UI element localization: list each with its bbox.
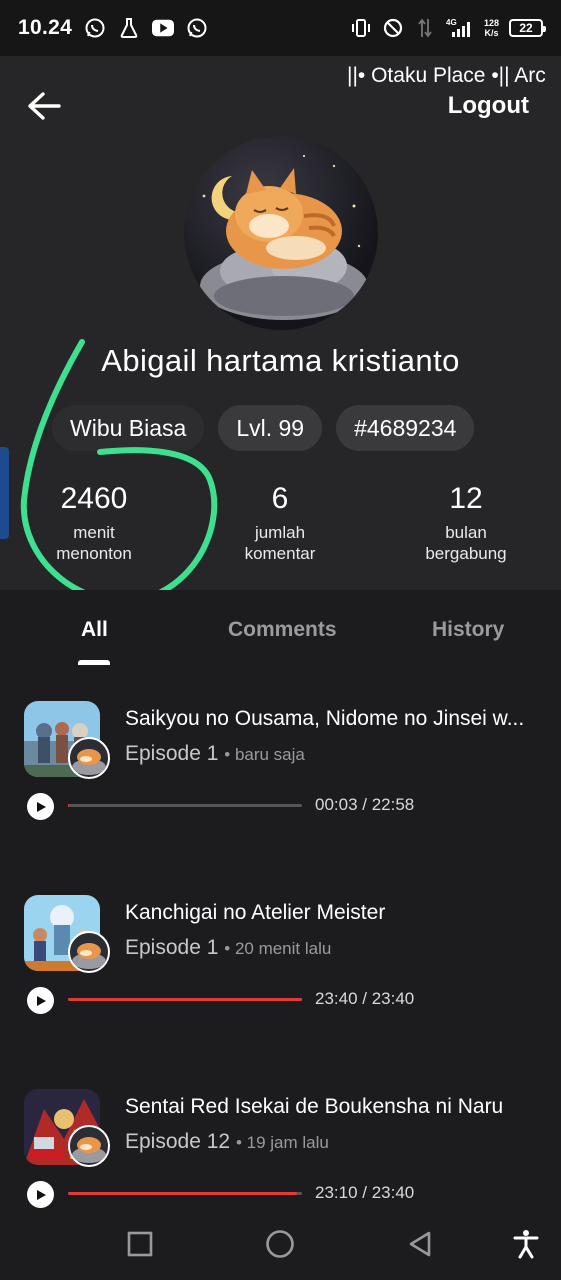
stat-label-line1: menit: [73, 523, 115, 542]
username: Abigail hartama kristianto: [101, 343, 460, 378]
stat-value: 12: [449, 482, 483, 515]
progress-fill: [68, 998, 302, 1001]
marquee-text: ||• Otaku Place •|| Arc: [347, 64, 546, 87]
progress-fill: [68, 1192, 298, 1195]
whatsapp-icon: [186, 17, 208, 39]
tab-history[interactable]: History: [432, 618, 504, 642]
play-icon: [36, 995, 46, 1006]
profile-header: ||• Otaku Place •|| Arc Logout Abigail h…: [0, 56, 561, 590]
status-bar: 10.24 4G 128 K/s 22: [0, 0, 561, 56]
user-mini-avatar: [68, 737, 110, 779]
net-speed-unit: K/s: [484, 28, 499, 38]
list-item[interactable]: Kanchigai no Atelier Meister Episode 1 •…: [0, 859, 561, 1029]
whatsapp-icon: [84, 17, 106, 39]
time-ago: 19 jam lalu: [246, 1133, 329, 1152]
net-speed: 128 K/s: [484, 18, 499, 38]
progress-track[interactable]: [68, 1192, 302, 1195]
stat-minutes-watched: 2460 menit menonton: [40, 482, 148, 564]
badges-row: Wibu Biasa Lvl. 99 #4689234: [52, 405, 475, 451]
vibrate-icon: [350, 17, 372, 39]
logout-button[interactable]: Logout: [448, 92, 529, 120]
time-separator: •: [235, 1133, 247, 1152]
rank-badge: Wibu Biasa: [52, 405, 205, 451]
user-id-badge: #4689234: [336, 405, 475, 451]
anime-title[interactable]: Kanchigai no Atelier Meister: [125, 901, 535, 925]
avatar[interactable]: [184, 136, 378, 330]
play-icon: [36, 1189, 46, 1200]
triangle-back-icon: [409, 1231, 431, 1257]
flask-icon: [118, 17, 140, 39]
battery-level: 22: [519, 21, 533, 35]
home-button[interactable]: [262, 1226, 298, 1262]
episode-label: Episode 12: [125, 1130, 231, 1153]
tab-all[interactable]: All: [81, 618, 108, 642]
stat-value: 6: [271, 482, 289, 515]
system-nav-bar: [0, 1208, 561, 1280]
episode-info: Episode 12 • 19 jam lalu: [125, 1130, 329, 1154]
play-button[interactable]: [27, 793, 54, 820]
stat-label-line2: komentar: [244, 544, 316, 563]
play-button[interactable]: [27, 1181, 54, 1208]
list-item[interactable]: Sentai Red Isekai de Boukensha ni Naru E…: [0, 1053, 561, 1223]
system-icons: 4G 128 K/s 22: [350, 17, 546, 39]
stat-months-joined: 12 bulan bergabung: [410, 482, 522, 564]
stat-label-line1: bulan: [445, 523, 487, 542]
anime-title[interactable]: Saikyou no Ousama, Nidome no Jinsei w...: [125, 707, 535, 731]
time-separator: •: [224, 745, 235, 764]
sleeping-cat-avatar-image: [200, 155, 368, 320]
progress-time: 00:03 / 22:58: [315, 795, 415, 814]
stat-label-line2: bergabung: [425, 544, 507, 563]
tab-bar: All Comments History: [0, 590, 561, 665]
battery-icon: 22: [509, 19, 546, 37]
signal-icon: 4G: [446, 17, 474, 39]
side-drawer-handle[interactable]: [0, 447, 9, 539]
notification-icons: [84, 17, 208, 39]
circle-icon: [266, 1230, 294, 1258]
time-ago: 20 menit lalu: [234, 939, 332, 958]
accessibility-button[interactable]: [508, 1226, 544, 1262]
episode-label: Episode 1: [125, 936, 219, 959]
back-button[interactable]: [26, 88, 62, 124]
user-mini-avatar: [68, 931, 110, 973]
arrow-left-icon: [28, 92, 61, 120]
network-type: 4G: [446, 18, 457, 27]
time-separator: •: [224, 939, 235, 958]
stat-comments: 6 jumlah komentar: [224, 482, 336, 564]
net-speed-value: 128: [483, 18, 499, 28]
tab-comments[interactable]: Comments: [228, 618, 337, 642]
do-not-disturb-icon: [382, 17, 404, 39]
progress-time: 23:40 / 23:40: [315, 989, 415, 1008]
episode-label: Episode 1: [125, 742, 219, 765]
list-item[interactable]: Saikyou no Ousama, Nidome no Jinsei w...…: [0, 665, 561, 835]
user-mini-avatar: [68, 1125, 110, 1167]
back-nav-button[interactable]: [402, 1226, 438, 1262]
youtube-icon: [152, 17, 175, 39]
time-ago: baru saja: [234, 745, 305, 764]
progress-time: 23:10 / 23:40: [315, 1183, 415, 1202]
stat-label-line1: jumlah: [254, 523, 306, 542]
level-badge: Lvl. 99: [218, 405, 323, 451]
episode-info: Episode 1 • baru saja: [125, 742, 305, 766]
square-icon: [127, 1231, 153, 1257]
anime-title[interactable]: Sentai Red Isekai de Boukensha ni Naru: [125, 1095, 535, 1119]
stat-label-line2: menonton: [56, 544, 132, 563]
data-arrows-icon: [414, 17, 436, 39]
status-time: 10.24: [18, 16, 73, 39]
progress-track[interactable]: [68, 804, 302, 807]
recent-apps-button[interactable]: [122, 1226, 158, 1262]
episode-info: Episode 1 • 20 menit lalu: [125, 936, 331, 960]
progress-track[interactable]: [68, 998, 302, 1001]
stat-value: 2460: [60, 482, 128, 515]
accessibility-icon: [513, 1230, 539, 1259]
play-button[interactable]: [27, 987, 54, 1014]
play-icon: [36, 801, 46, 812]
